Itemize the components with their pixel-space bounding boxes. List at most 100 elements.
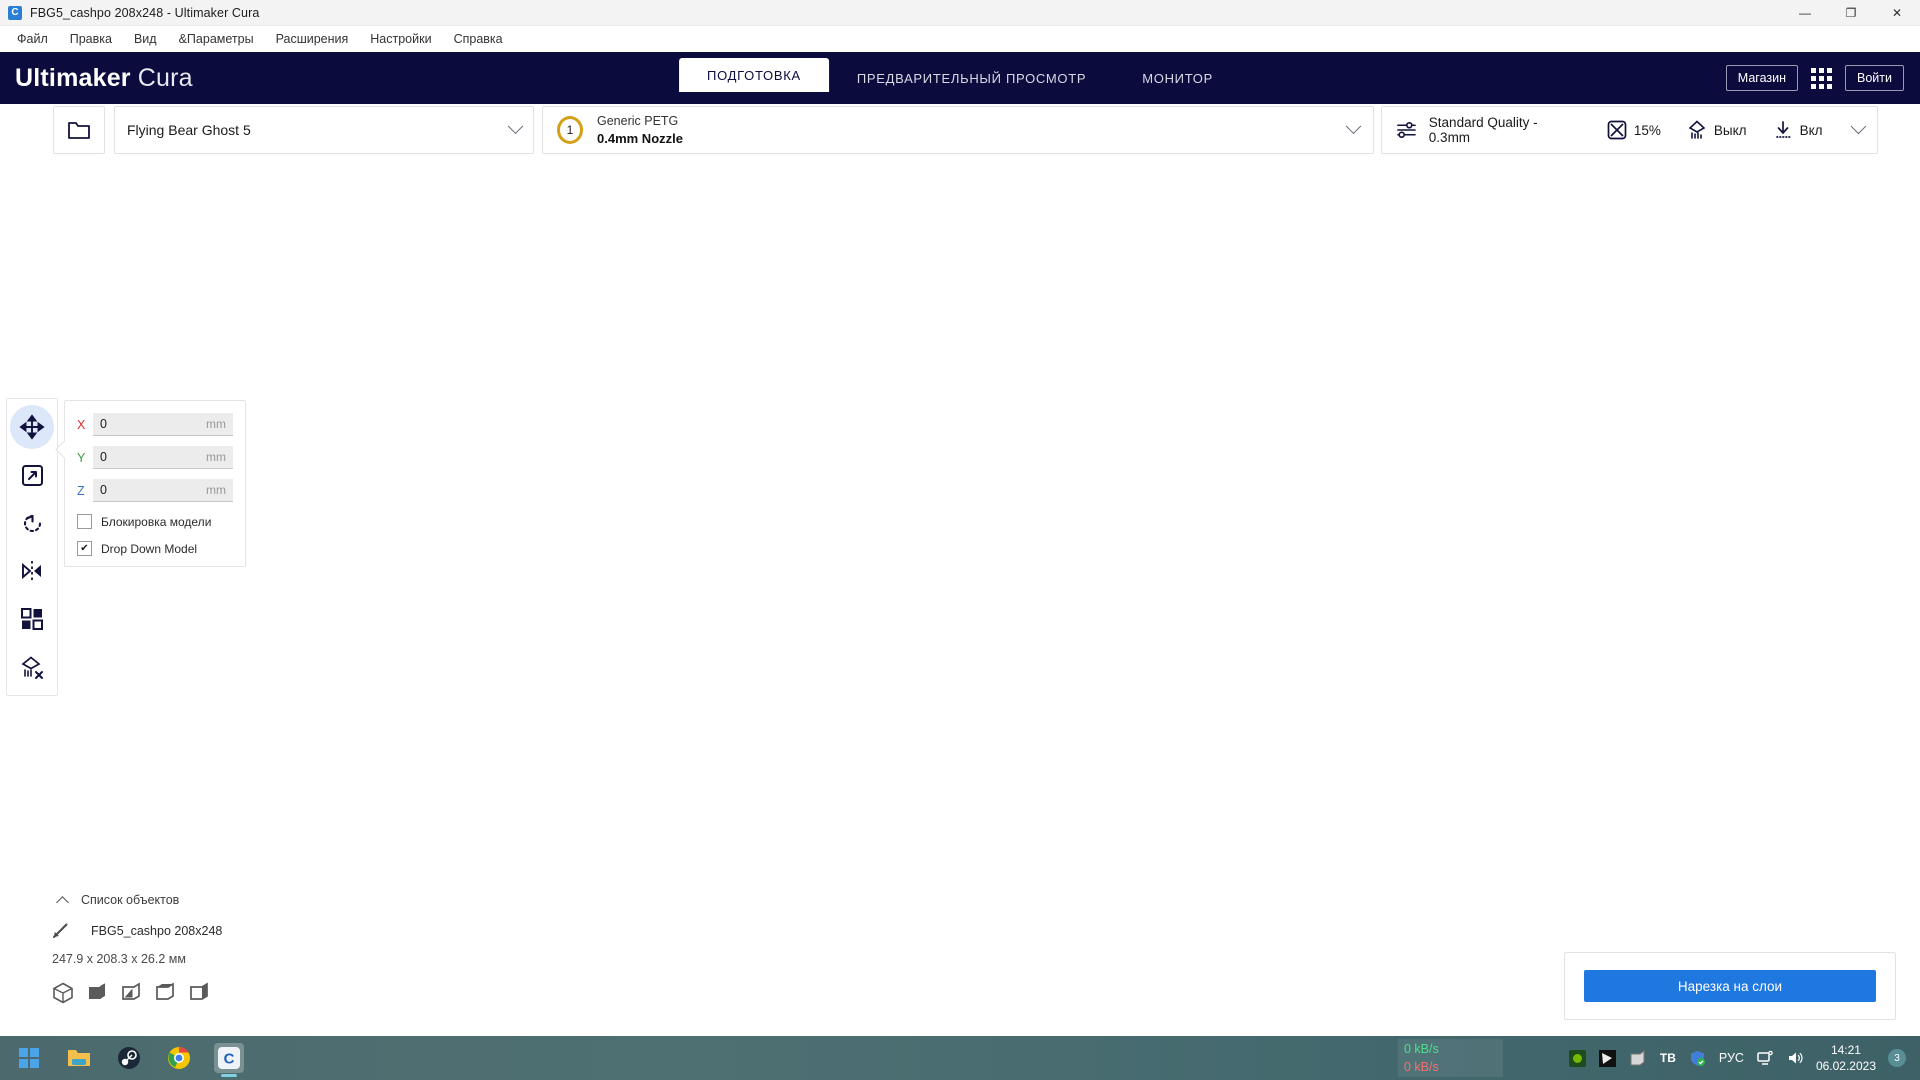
position-y-unit: mm bbox=[206, 450, 226, 464]
open-file-button[interactable] bbox=[53, 106, 105, 154]
slice-button[interactable]: Нарезка на слои bbox=[1584, 970, 1876, 1002]
drop-down-model-checkbox[interactable]: ✔ bbox=[77, 541, 92, 556]
cube-outline-icon[interactable] bbox=[52, 982, 74, 1004]
cura-icon: C bbox=[218, 1047, 240, 1069]
quality-profile-label: Standard Quality - 0.3mm bbox=[1428, 115, 1538, 145]
machine-selector[interactable]: Flying Bear Ghost 5 bbox=[114, 106, 534, 154]
position-x-value: 0 bbox=[100, 417, 107, 431]
position-y-input[interactable]: 0 mm bbox=[93, 446, 233, 469]
per-model-settings-icon bbox=[21, 608, 43, 630]
minimize-button[interactable]: — bbox=[1782, 0, 1828, 26]
rotate-icon bbox=[23, 514, 41, 532]
position-z-unit: mm bbox=[206, 483, 226, 497]
machine-name: Flying Bear Ghost 5 bbox=[127, 122, 251, 138]
cube-side-icon[interactable] bbox=[188, 982, 210, 1004]
position-x-input[interactable]: 0 mm bbox=[93, 413, 233, 436]
clock-time: 14:21 bbox=[1830, 1043, 1861, 1057]
infill-setting[interactable]: 15% bbox=[1607, 120, 1661, 140]
list-item[interactable]: FBG5_cashpo 208x248 bbox=[52, 922, 382, 939]
header-right-actions: Магазин Войти bbox=[1725, 65, 1904, 91]
menu-preferences[interactable]: Настройки bbox=[359, 28, 442, 50]
chrome-icon bbox=[168, 1047, 190, 1069]
menu-extensions[interactable]: Расширения bbox=[265, 28, 360, 50]
app-logo: Ultimaker Cura bbox=[15, 64, 193, 93]
rotate-tool[interactable] bbox=[10, 501, 54, 545]
steam-button[interactable] bbox=[114, 1043, 144, 1073]
lock-model-row[interactable]: Блокировка модели bbox=[77, 514, 233, 529]
pencil-icon bbox=[53, 923, 68, 938]
position-x-row: X 0 mm bbox=[77, 413, 233, 436]
drop-down-model-label: Drop Down Model bbox=[101, 541, 198, 556]
brand-light: Cura bbox=[137, 63, 193, 92]
support-blocker-tool[interactable] bbox=[10, 645, 54, 689]
object-list-header[interactable]: Список объектов bbox=[52, 893, 382, 909]
language-indicator[interactable]: РУС bbox=[1719, 1051, 1744, 1065]
windows-taskbar: C 0 kB/s 0 kB/s TB РУС 14:21 06.02.2023 … bbox=[0, 1036, 1920, 1080]
support-setting[interactable]: Выкл bbox=[1687, 120, 1747, 140]
object-list-panel: Список объектов FBG5_cashpo 208x248 247.… bbox=[52, 893, 382, 1004]
tab-preview[interactable]: ПРЕДВАРИТЕЛЬНЫЙ ПРОСМОТР bbox=[829, 52, 1114, 104]
taskbar-apps: C bbox=[14, 1036, 244, 1080]
security-tray-icon[interactable] bbox=[1689, 1049, 1707, 1067]
menu-edit[interactable]: Правка bbox=[59, 28, 123, 50]
build-plate-origin-gizmo bbox=[709, 960, 803, 1013]
chrome-button[interactable] bbox=[164, 1043, 194, 1073]
axis-label-x: X bbox=[77, 417, 86, 432]
position-y-row: Y 0 mm bbox=[77, 446, 233, 469]
notification-badge[interactable]: 3 bbox=[1888, 1049, 1906, 1067]
mirror-tool[interactable] bbox=[10, 549, 54, 593]
system-tray: TB РУС 14:21 06.02.2023 3 bbox=[1569, 1036, 1906, 1080]
adhesion-setting[interactable]: Вкл bbox=[1773, 120, 1823, 140]
grid-apps-icon[interactable] bbox=[1811, 67, 1833, 89]
scale-tool[interactable] bbox=[10, 453, 54, 497]
speaker-icon[interactable] bbox=[1786, 1049, 1804, 1067]
lock-model-label: Блокировка модели bbox=[101, 514, 212, 529]
model-top-surface bbox=[617, 356, 1307, 832]
position-z-input[interactable]: 0 mm bbox=[93, 479, 233, 502]
restore-button[interactable]: ❐ bbox=[1828, 0, 1874, 26]
move-tool[interactable] bbox=[10, 405, 54, 449]
clock-date: 06.02.2023 bbox=[1815, 1059, 1876, 1073]
per-model-settings-tool[interactable] bbox=[10, 597, 54, 641]
close-button[interactable]: ✕ bbox=[1874, 0, 1920, 26]
chevron-up-icon bbox=[56, 895, 69, 909]
file-explorer-button[interactable] bbox=[64, 1043, 94, 1073]
menu-settings-params[interactable]: &Параметры bbox=[168, 28, 265, 50]
network-speed-widget: 0 kB/s 0 kB/s bbox=[1398, 1039, 1503, 1077]
cube-half-icon[interactable] bbox=[120, 982, 142, 1004]
start-button[interactable] bbox=[14, 1043, 44, 1073]
window-title: FBG5_cashpo 208x248 - Ultimaker Cura bbox=[30, 5, 260, 20]
tab-prepare[interactable]: ПОДГОТОВКА bbox=[679, 58, 829, 92]
support-value: Выкл bbox=[1713, 122, 1747, 138]
menu-file[interactable]: Файл bbox=[6, 28, 59, 50]
object-list-title: Список объектов bbox=[81, 893, 180, 907]
cura-icon: C bbox=[8, 5, 22, 20]
adhesion-icon bbox=[1775, 121, 1791, 138]
print-settings-selector[interactable]: Standard Quality - 0.3mm 15% Выкл Вкл bbox=[1381, 106, 1878, 154]
utorrent-tray-icon[interactable] bbox=[1599, 1049, 1617, 1067]
cura-taskbar-button[interactable]: C bbox=[214, 1043, 244, 1073]
nvidia-tray-icon[interactable] bbox=[1569, 1049, 1587, 1067]
drop-down-model-row[interactable]: ✔ Drop Down Model bbox=[77, 541, 233, 556]
cube-top-icon[interactable] bbox=[154, 982, 176, 1004]
menu-help[interactable]: Справка bbox=[443, 28, 514, 50]
cura-application-window: C FBG5_cashpo 208x248 - Ultimaker Cura —… bbox=[0, 0, 1920, 1080]
marketplace-button[interactable]: Магазин bbox=[1725, 65, 1799, 91]
archive-tray-icon[interactable] bbox=[1629, 1049, 1647, 1067]
teamviewer-tray-icon[interactable]: TB bbox=[1659, 1049, 1677, 1067]
cube-filled-icon[interactable] bbox=[86, 982, 108, 1004]
material-selector[interactable]: 1 Generic PETG 0.4mm Nozzle bbox=[542, 106, 1374, 154]
network-icon[interactable] bbox=[1756, 1049, 1774, 1067]
tab-monitor[interactable]: МОНИТОР bbox=[1114, 52, 1241, 104]
support-icon bbox=[1688, 120, 1706, 139]
build-plate bbox=[515, 454, 1441, 1044]
menu-view[interactable]: Вид bbox=[123, 28, 168, 50]
windows-logo-icon bbox=[19, 1048, 39, 1068]
chevron-down-icon bbox=[507, 117, 524, 134]
menu-bar: Файл Правка Вид &Параметры Расширения На… bbox=[0, 26, 1920, 52]
taskbar-clock[interactable]: 14:21 06.02.2023 bbox=[1816, 1042, 1876, 1074]
signin-button[interactable]: Войти bbox=[1845, 65, 1904, 91]
folder-open-icon bbox=[68, 122, 90, 139]
lock-model-checkbox[interactable] bbox=[77, 514, 92, 529]
move-icon bbox=[19, 414, 45, 440]
